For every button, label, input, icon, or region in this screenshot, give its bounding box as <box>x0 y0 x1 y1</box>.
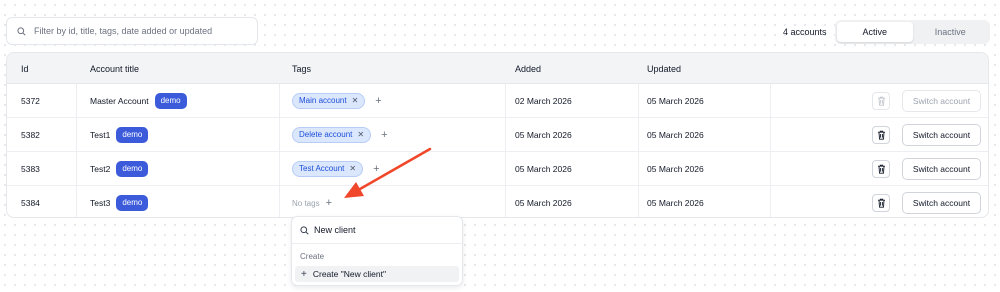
table-header: Id Account title Tags Added Updated <box>7 53 988 84</box>
cell-added: 05 March 2026 <box>515 198 572 208</box>
header-tags: Tags <box>292 64 312 74</box>
cell-title: Test1 demo <box>90 118 149 151</box>
tag-search-input[interactable] <box>314 225 454 235</box>
tag-chip: Delete account ✕ <box>292 126 372 143</box>
table-row: 5382 Test1 demo Delete account ✕ + 05 Ma… <box>7 118 988 152</box>
header-title: Account title <box>90 64 140 74</box>
demo-badge: demo <box>116 160 149 177</box>
filter-input[interactable] <box>34 26 244 36</box>
cell-id: 5372 <box>21 95 40 106</box>
x-icon[interactable]: ✕ <box>357 130 364 140</box>
accounts-count: 4 accounts <box>783 27 827 37</box>
switch-account-button[interactable]: Switch account <box>902 158 981 180</box>
demo-badge: demo <box>116 195 149 211</box>
tab-active[interactable]: Active <box>837 22 913 42</box>
accounts-table: Id Account title Tags Added Updated 5372… <box>6 52 989 218</box>
x-icon[interactable]: ✕ <box>349 164 356 174</box>
plus-icon[interactable]: + <box>326 197 332 209</box>
cell-title: Master Account demo <box>90 84 187 117</box>
cell-added: 05 March 2026 <box>515 163 572 174</box>
cell-updated: 05 March 2026 <box>647 129 704 140</box>
delete-button[interactable] <box>872 160 890 178</box>
delete-button[interactable] <box>872 194 890 212</box>
trash-icon <box>877 198 885 208</box>
switch-account-button[interactable]: Switch account <box>902 192 981 214</box>
tag-label: Delete account <box>299 129 353 139</box>
tag-popover: Create + Create "New client" <box>291 216 463 286</box>
plus-icon: + <box>301 268 307 280</box>
status-toggle: Active Inactive <box>835 20 990 44</box>
demo-badge: demo <box>154 92 187 109</box>
plus-icon[interactable]: + <box>373 163 379 175</box>
switch-account-button[interactable]: Switch account <box>902 124 981 146</box>
plus-icon[interactable]: + <box>381 129 387 141</box>
x-icon[interactable]: ✕ <box>352 96 359 106</box>
cell-id: 5383 <box>21 163 40 174</box>
cell-tags: Main account ✕ + <box>292 84 382 117</box>
tag-label: Main account <box>299 95 347 105</box>
cell-title: Test2 demo <box>90 152 149 185</box>
account-title: Test3 <box>90 198 111 208</box>
table-row: 5372 Master Account demo Main account ✕ … <box>7 84 988 118</box>
tag-chip: Main account ✕ <box>292 92 366 109</box>
account-title: Test2 <box>90 163 111 174</box>
create-section-label: Create <box>300 252 325 261</box>
create-tag-option[interactable]: + Create "New client" <box>295 266 459 282</box>
cell-tags: No tags + <box>292 186 332 217</box>
demo-badge: demo <box>116 126 149 143</box>
account-title: Test1 <box>90 129 111 140</box>
cell-added: 02 March 2026 <box>515 95 572 106</box>
trash-icon <box>877 130 885 140</box>
search-icon <box>300 225 309 235</box>
delete-button[interactable] <box>872 92 890 110</box>
cell-tags: Test Account ✕ + <box>292 152 380 185</box>
trash-icon <box>877 96 885 106</box>
search-icon <box>17 26 26 36</box>
tag-search <box>292 217 462 244</box>
table-row: 5384 Test3 demo No tags + 05 March 2026 … <box>7 186 988 217</box>
filter-box[interactable] <box>6 17 258 45</box>
tag-label: Test Account <box>299 163 345 173</box>
cell-id: 5384 <box>21 198 40 208</box>
cell-updated: 05 March 2026 <box>647 198 704 208</box>
cell-added: 05 March 2026 <box>515 129 572 140</box>
header-updated: Updated <box>647 64 682 74</box>
plus-icon[interactable]: + <box>375 95 381 107</box>
trash-icon <box>877 164 885 174</box>
cell-title: Test3 demo <box>90 186 149 217</box>
create-tag-label: Create "New client" <box>312 269 386 279</box>
header-id: Id <box>21 64 29 74</box>
tag-chip: Test Account ✕ <box>292 160 364 177</box>
switch-account-button[interactable]: Switch account <box>902 90 981 112</box>
account-title: Master Account <box>90 95 149 106</box>
delete-button[interactable] <box>872 126 890 144</box>
cell-tags: Delete account ✕ + <box>292 118 388 151</box>
no-tags-label: No tags <box>292 198 320 208</box>
table-row: 5383 Test2 demo Test Account ✕ + 05 Marc… <box>7 152 988 186</box>
cell-updated: 05 March 2026 <box>647 95 704 106</box>
header-added: Added <box>515 64 542 74</box>
tab-inactive[interactable]: Inactive <box>913 22 989 42</box>
cell-id: 5382 <box>21 129 40 140</box>
cell-updated: 05 March 2026 <box>647 163 704 174</box>
